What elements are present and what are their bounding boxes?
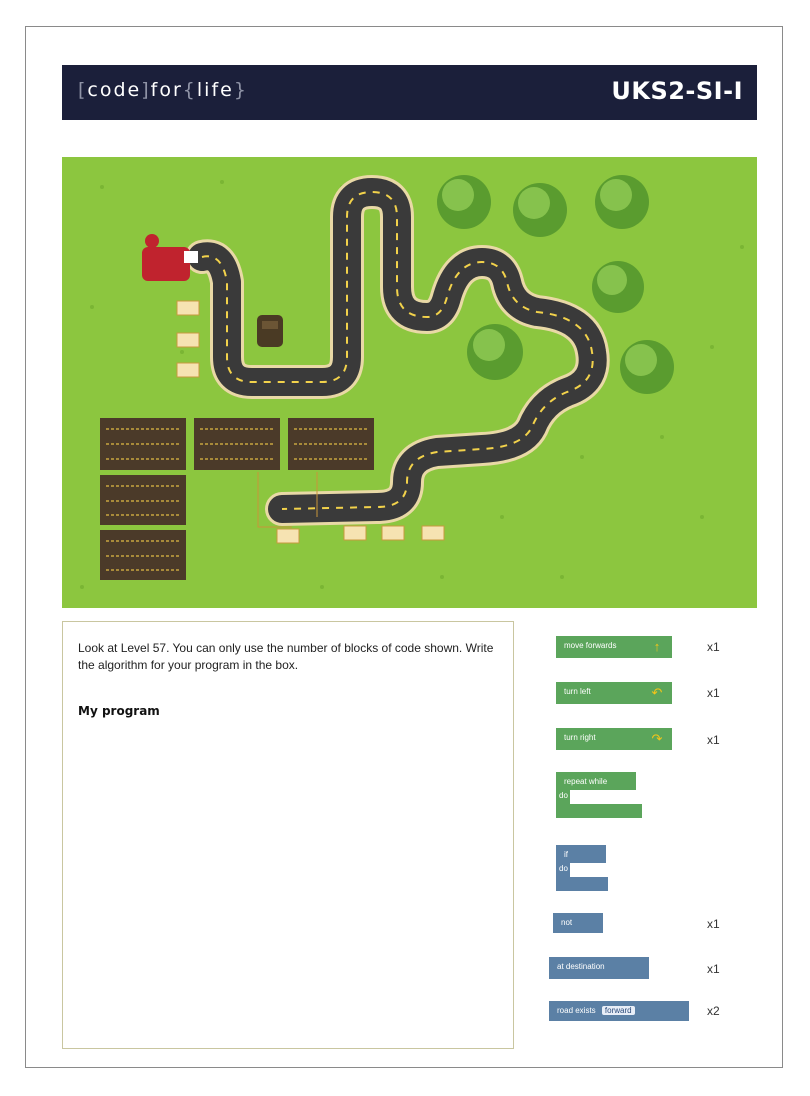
block-turn-left[interactable]: turn left ↶	[556, 682, 672, 704]
block-repeat-while[interactable]: repeat while do	[556, 772, 642, 820]
block-label: road exists	[557, 1006, 596, 1015]
level-map	[62, 157, 757, 608]
program-box[interactable]: Look at Level 57. You can only use the n…	[62, 621, 514, 1049]
block-label: turn right	[564, 733, 596, 742]
block-sublabel: do	[559, 791, 568, 800]
block-count: x1	[707, 962, 720, 976]
block-count: x1	[707, 917, 720, 931]
block-label: not	[561, 918, 573, 927]
block-not[interactable]: not	[553, 913, 603, 933]
block-turn-right[interactable]: turn right ↷	[556, 728, 672, 750]
block-count: x2	[707, 1004, 720, 1018]
instruction-text: Look at Level 57. You can only use the n…	[78, 641, 494, 672]
block-label: move forwards	[564, 641, 617, 650]
block-label: if	[564, 850, 568, 859]
block-label: repeat while	[564, 777, 608, 786]
block-count: x1	[707, 640, 720, 654]
level-map-svg	[80, 175, 744, 589]
block-repeat-while-head: repeat while	[556, 772, 636, 790]
trees	[437, 175, 674, 394]
header-banner: [code]for{life} UKS2-SI-I	[62, 65, 757, 120]
worksheet-code: UKS2-SI-I	[611, 77, 743, 105]
arrow-up-icon: ↑	[653, 639, 661, 654]
block-move-forwards[interactable]: move forwards ↑	[556, 636, 672, 658]
my-program-label: My program	[78, 704, 160, 718]
block-at-destination[interactable]: at destination	[549, 957, 649, 979]
van	[142, 234, 198, 281]
block-count: x1	[707, 733, 720, 747]
turn-left-icon: ↶	[651, 685, 663, 700]
crates-left	[176, 300, 200, 378]
brand-logo: [code]for{life}	[78, 79, 248, 101]
block-count: x1	[707, 686, 720, 700]
block-sublabel: do	[559, 864, 568, 873]
direction-dropdown[interactable]: forward	[601, 1006, 635, 1015]
block-if-head: if	[556, 845, 606, 863]
block-label: turn left	[564, 687, 591, 696]
block-if[interactable]: if do	[556, 845, 608, 893]
block-repeat-while-foot	[556, 804, 642, 818]
block-label: at destination	[557, 962, 605, 971]
block-if-foot	[556, 877, 608, 891]
cow	[257, 315, 283, 347]
block-road-exists[interactable]: road exists forward	[549, 1001, 689, 1021]
crates-destination	[276, 525, 445, 544]
turn-right-icon: ↷	[651, 731, 663, 746]
